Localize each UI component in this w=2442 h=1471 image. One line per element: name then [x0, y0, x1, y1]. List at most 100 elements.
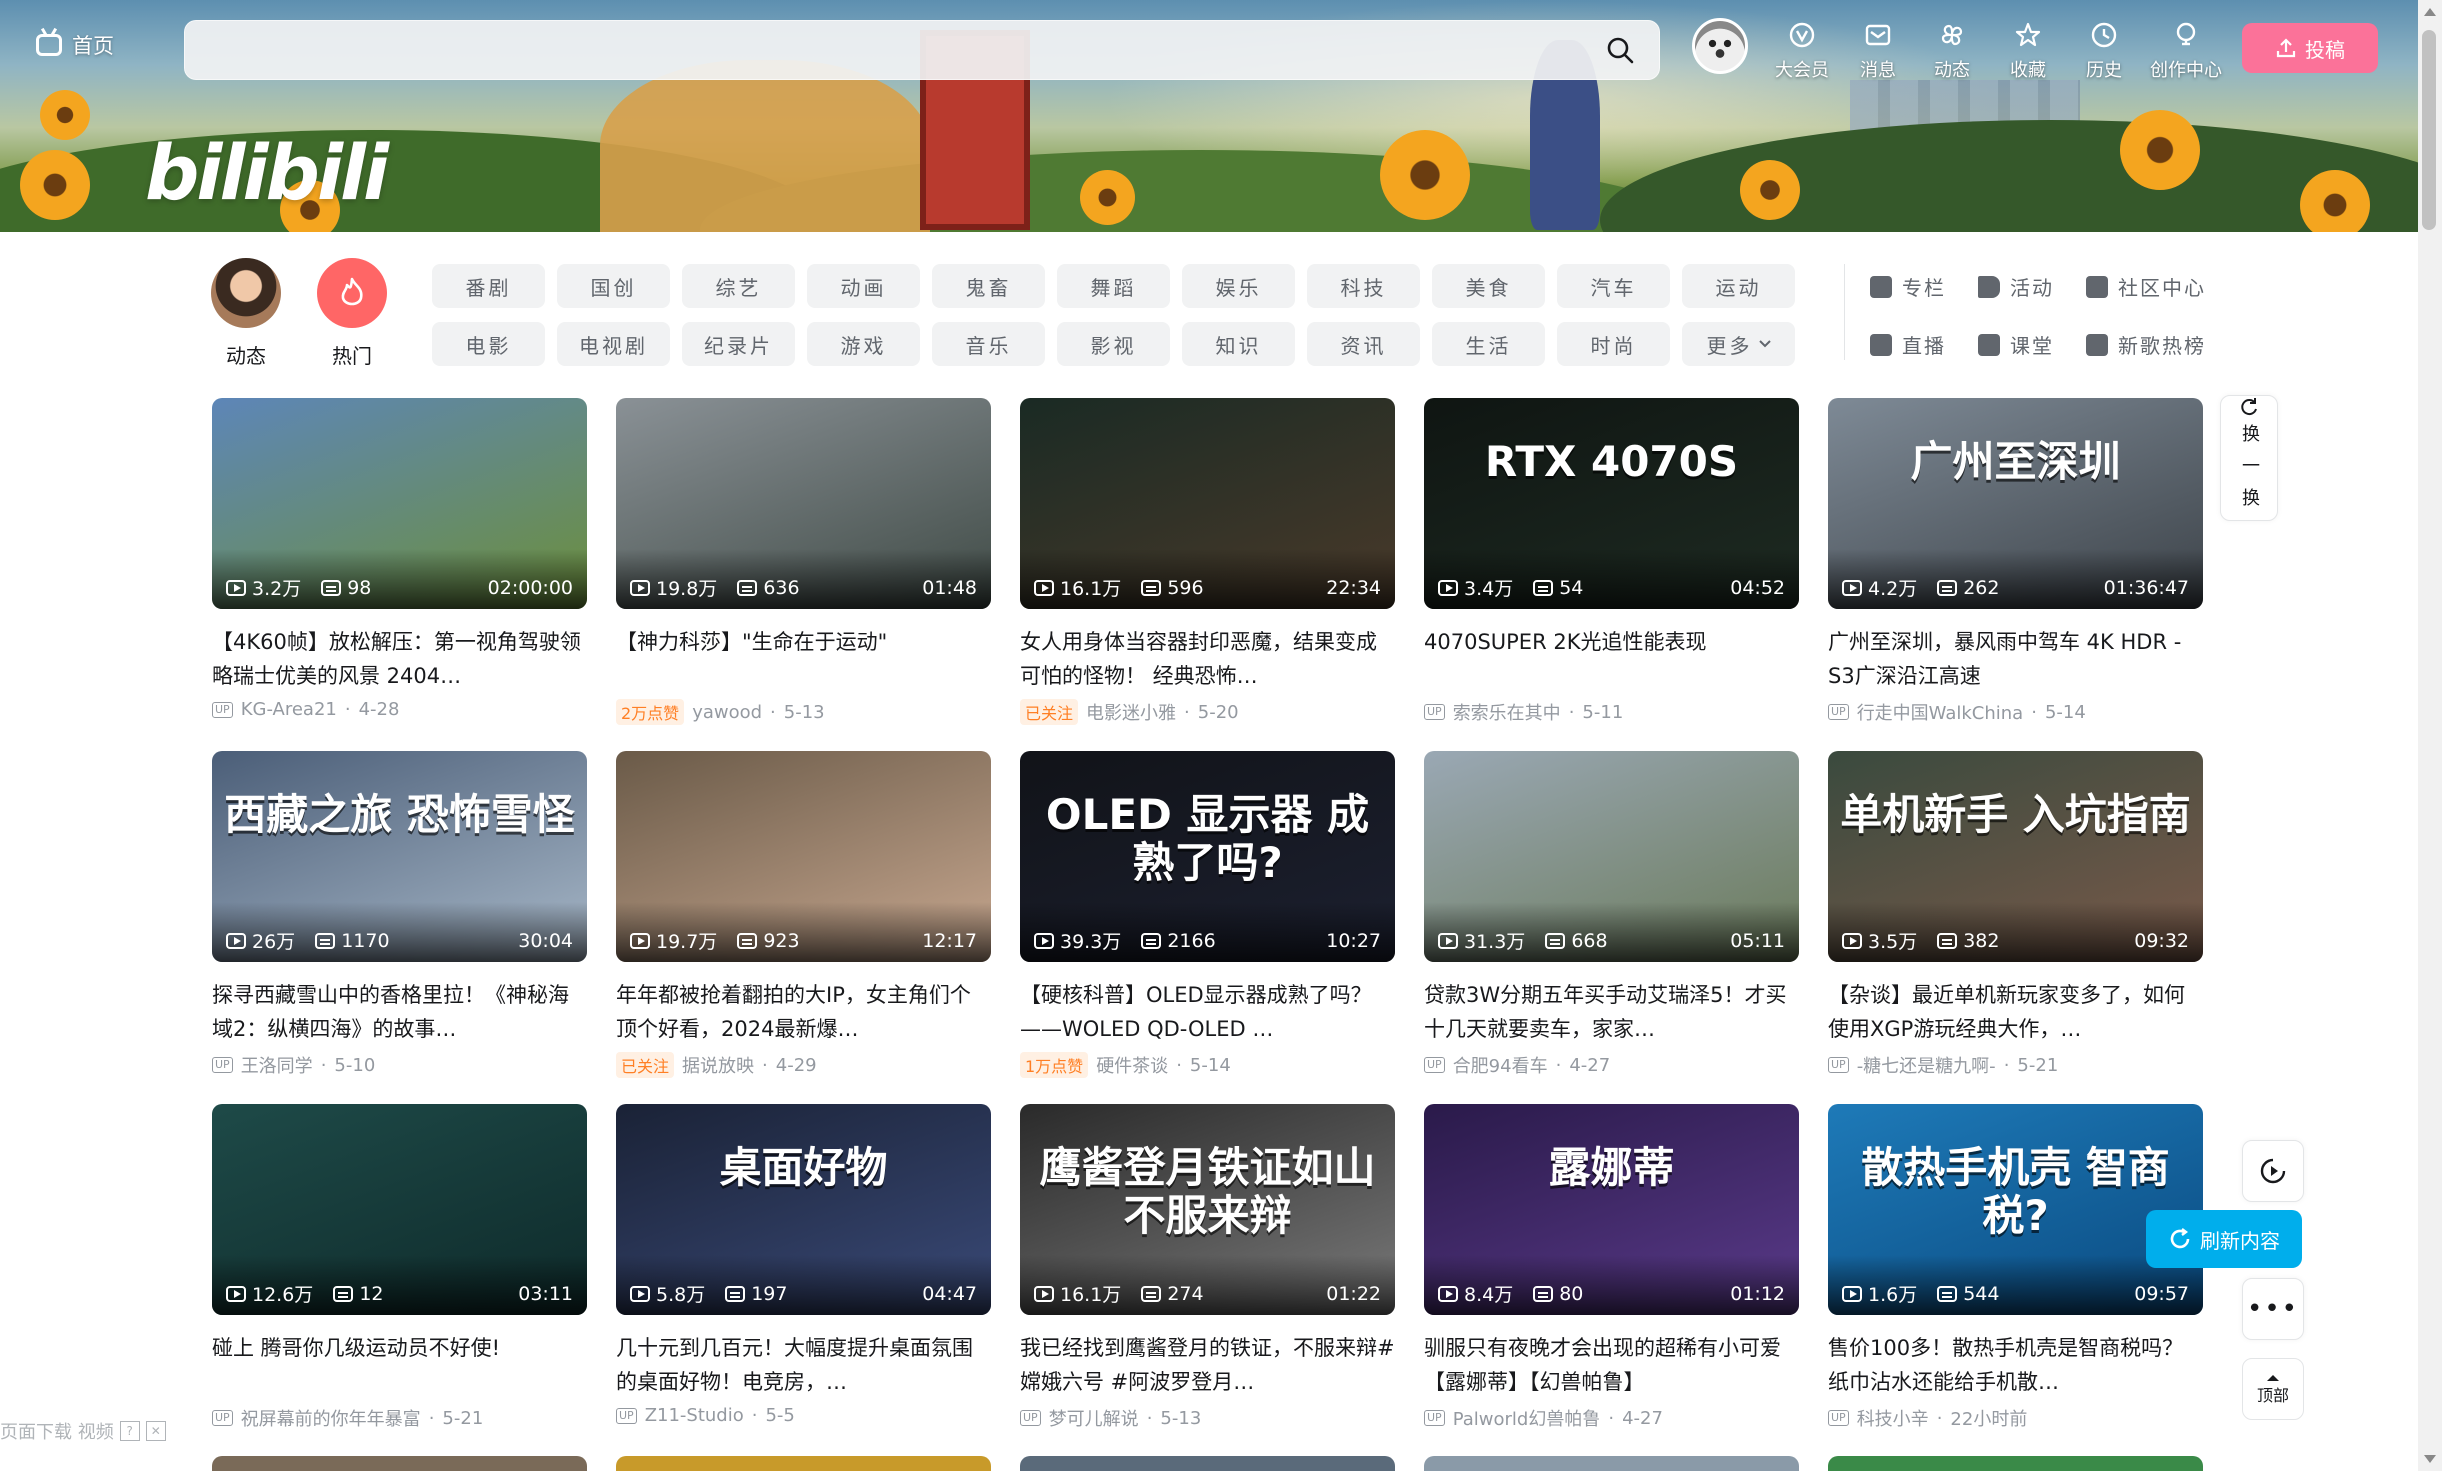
video-title[interactable]: 售价100多！散热手机壳是智商税吗？纸巾沾水还能给手机散…	[1828, 1331, 2203, 1399]
close-icon[interactable]: ✕	[145, 1421, 166, 1441]
video-card[interactable]: 31.3万 668 05:11 贷款3W分期五年买手动艾瑞泽5！才买十几天就要卖车，家…	[1424, 751, 1799, 1078]
video-card[interactable]: 19.8万 636 01:48 【神力科莎】"生命在于运动" 2万点赞 yawood · 5-…	[616, 398, 991, 725]
user-avatar[interactable]	[1692, 18, 1748, 74]
video-title[interactable]: 碰上 腾哥你几级运动员不好使!	[212, 1331, 587, 1399]
side-channel-music-chart[interactable]: 新歌热榜	[2086, 330, 2206, 359]
video-card[interactable]: 19.7万 923 12:17 年年都被抢着翻拍的大IP，女主角们个顶个好看，2024…	[616, 751, 991, 1078]
video-title[interactable]: 【硬核科普】OLED显示器成熟了吗？——WOLED QD-OLED …	[1020, 978, 1395, 1046]
video-title[interactable]: 探寻西藏雪山中的香格里拉！《神秘海域2：纵横四海》的故事…	[212, 978, 587, 1046]
video-card[interactable]: 12.6万 12 03:11 碰上 腾哥你几级运动员不好使! UP 祝屏幕前的你年年暴富 ·…	[212, 1104, 587, 1431]
side-channel-community[interactable]: 社区中心	[2086, 272, 2206, 301]
video-meta[interactable]: UP 王洛同学 · 5-10	[212, 1052, 587, 1078]
video-card[interactable]: OLED 显示器 成熟了吗? 39.3万 2166 10:27 【硬核科普】OLED显示…	[1020, 751, 1395, 1078]
channel-chip[interactable]: 汽车	[1557, 264, 1670, 308]
video-thumbnail[interactable]: 散热手机壳 智商税? 1.6万 544 09:57	[1828, 1104, 2203, 1315]
channel-chip[interactable]: 鬼畜	[932, 264, 1045, 308]
channel-chip[interactable]: 音乐	[932, 322, 1045, 366]
video-thumb-partial[interactable]	[616, 1456, 991, 1471]
channel-more-button[interactable]: 更多	[1682, 322, 1795, 366]
video-title[interactable]: 我已经找到鹰酱登月的铁证，不服来辩#嫦娥六号 #阿波罗登月…	[1020, 1331, 1395, 1399]
channel-chip[interactable]: 科技	[1307, 264, 1420, 308]
video-meta[interactable]: UP 合肥94看车 · 4-27	[1424, 1052, 1799, 1078]
nav-message[interactable]: 消息	[1842, 20, 1914, 82]
uploader-name[interactable]: Palworld幻兽帕鲁	[1453, 1405, 1601, 1431]
search-input[interactable]	[205, 21, 1565, 79]
video-thumb-partial[interactable]	[1424, 1456, 1799, 1471]
uploader-name[interactable]: 行走中国WalkChina	[1857, 699, 2024, 725]
video-card[interactable]: 16.1万 596 22:34 女人用身体当容器封印恶魔，结果变成可怕的怪物！ 经典恐…	[1020, 398, 1395, 725]
channel-chip[interactable]: 资讯	[1307, 322, 1420, 366]
video-meta[interactable]: UP Palworld幻兽帕鲁 · 4-27	[1424, 1405, 1799, 1431]
channel-chip[interactable]: 纪录片	[682, 322, 795, 366]
video-thumbnail[interactable]: 单机新手 入坑指南 3.5万 382 09:32	[1828, 751, 2203, 962]
search-icon[interactable]	[1605, 35, 1635, 65]
side-channel-live[interactable]: 直播	[1870, 330, 1946, 359]
uploader-name[interactable]: KG-Area21	[241, 699, 337, 720]
scroll-down-arrow[interactable]	[2424, 1455, 2436, 1463]
video-meta[interactable]: 已关注 据说放映 · 4-29	[616, 1052, 991, 1078]
channel-chip[interactable]: 游戏	[807, 322, 920, 366]
back-to-top-button[interactable]: 顶部	[2242, 1358, 2304, 1420]
video-thumbnail[interactable]: 16.1万 596 22:34	[1020, 398, 1395, 609]
uploader-name[interactable]: 梦可儿解说	[1049, 1405, 1139, 1431]
video-thumbnail[interactable]: 12.6万 12 03:11	[212, 1104, 587, 1315]
home-link[interactable]: 首页	[36, 30, 114, 60]
video-title[interactable]: 女人用身体当容器封印恶魔，结果变成可怕的怪物！ 经典恐怖…	[1020, 625, 1395, 693]
video-thumb-partial[interactable]	[1828, 1456, 2203, 1471]
uploader-name[interactable]: Z11-Studio	[645, 1405, 744, 1426]
video-card[interactable]: 桌面好物 5.8万 197 04:47 几十元到几百元！大幅度提升桌面氛围的桌面好物！电…	[616, 1104, 991, 1426]
channel-chip[interactable]: 运动	[1682, 264, 1795, 308]
scroll-up-arrow[interactable]	[2424, 8, 2436, 16]
channel-chip[interactable]: 番剧	[432, 264, 545, 308]
swap-button[interactable]: 换一换	[2220, 395, 2278, 521]
video-title[interactable]: 驯服只有夜晚才会出现的超稀有小可爱【露娜蒂】【幻兽帕鲁】	[1424, 1331, 1799, 1399]
channel-chip[interactable]: 动画	[807, 264, 920, 308]
video-thumbnail[interactable]: 3.2万 98 02:00:00	[212, 398, 587, 609]
channel-chip[interactable]: 电视剧	[557, 322, 670, 366]
replay-button[interactable]	[2242, 1140, 2304, 1202]
uploader-name[interactable]: -糖七还是糖九啊-	[1857, 1052, 1996, 1078]
channel-chip[interactable]: 娱乐	[1182, 264, 1295, 308]
video-title[interactable]: 年年都被抢着翻拍的大IP，女主角们个顶个好看，2024最新爆…	[616, 978, 991, 1046]
nav-favorites[interactable]: 收藏	[1992, 20, 2064, 82]
video-card[interactable]: 3.2万 98 02:00:00 【4K60帧】放松解压：第一视角驾驶领略瑞士优美的风…	[212, 398, 587, 720]
video-thumb-partial[interactable]	[212, 1456, 587, 1471]
scrollbar-thumb[interactable]	[2422, 30, 2436, 230]
video-title[interactable]: 【神力科莎】"生命在于运动"	[616, 625, 991, 693]
channel-chip[interactable]: 国创	[557, 264, 670, 308]
refresh-content-button[interactable]: 刷新内容	[2146, 1210, 2302, 1268]
nav-dynamic[interactable]: 动态	[1916, 20, 1988, 82]
video-thumbnail[interactable]: 31.3万 668 05:11	[1424, 751, 1799, 962]
nav-history[interactable]: 历史	[2068, 20, 2140, 82]
video-card[interactable]: RTX 4070S 3.4万 54 04:52 4070SUPER 2K光追性能表现 UP…	[1424, 398, 1799, 725]
video-meta[interactable]: UP 梦可儿解说 · 5-13	[1020, 1405, 1395, 1431]
channel-chip[interactable]: 知识	[1182, 322, 1295, 366]
uploader-name[interactable]: 科技小辛	[1857, 1405, 1929, 1431]
video-title[interactable]: 广州至深圳，暴风雨中驾车 4K HDR - S3广深沿江高速	[1828, 625, 2203, 693]
video-meta[interactable]: UP -糖七还是糖九啊- · 5-21	[1828, 1052, 2203, 1078]
channel-chip[interactable]: 综艺	[682, 264, 795, 308]
video-thumbnail[interactable]: 广州至深圳 4.2万 262 01:36:47	[1828, 398, 2203, 609]
side-channel-activity[interactable]: 活动	[1978, 272, 2054, 301]
channel-chip[interactable]: 电影	[432, 322, 545, 366]
video-meta[interactable]: UP 行走中国WalkChina · 5-14	[1828, 699, 2203, 725]
video-meta[interactable]: UP 科技小辛 · 22小时前	[1828, 1405, 2203, 1431]
video-meta[interactable]: 2万点赞 yawood · 5-13	[616, 699, 991, 725]
channel-chip[interactable]: 影视	[1057, 322, 1170, 366]
uploader-name[interactable]: 据说放映	[682, 1052, 754, 1078]
channel-chip[interactable]: 生活	[1432, 322, 1545, 366]
video-thumbnail[interactable]: 桌面好物 5.8万 197 04:47	[616, 1104, 991, 1315]
help-icon[interactable]: ?	[119, 1421, 140, 1441]
video-card[interactable]: 西藏之旅 恐怖雪怪 26万 1170 30:04 探寻西藏雪山中的香格里拉！《神秘海域2…	[212, 751, 587, 1078]
video-title[interactable]: 【4K60帧】放松解压：第一视角驾驶领略瑞士优美的风景 2404…	[212, 625, 587, 693]
channel-chip[interactable]: 美食	[1432, 264, 1545, 308]
video-thumbnail[interactable]: 19.8万 636 01:48	[616, 398, 991, 609]
uploader-name[interactable]: 合肥94看车	[1453, 1052, 1548, 1078]
video-card[interactable]: 单机新手 入坑指南 3.5万 382 09:32 【杂谈】最近单机新玩家变多了，如何使用…	[1828, 751, 2203, 1078]
uploader-name[interactable]: 索索乐在其中	[1453, 699, 1561, 725]
video-card[interactable]: 露娜蒂 8.4万 80 01:12 驯服只有夜晚才会出现的超稀有小可爱【露娜蒂】【幻兽帕…	[1424, 1104, 1799, 1431]
channel-hot[interactable]: 热门	[314, 258, 390, 369]
video-meta[interactable]: UP 索索乐在其中 · 5-11	[1424, 699, 1799, 725]
video-thumbnail[interactable]: RTX 4070S 3.4万 54 04:52	[1424, 398, 1799, 609]
uploader-name[interactable]: yawood	[692, 702, 762, 723]
